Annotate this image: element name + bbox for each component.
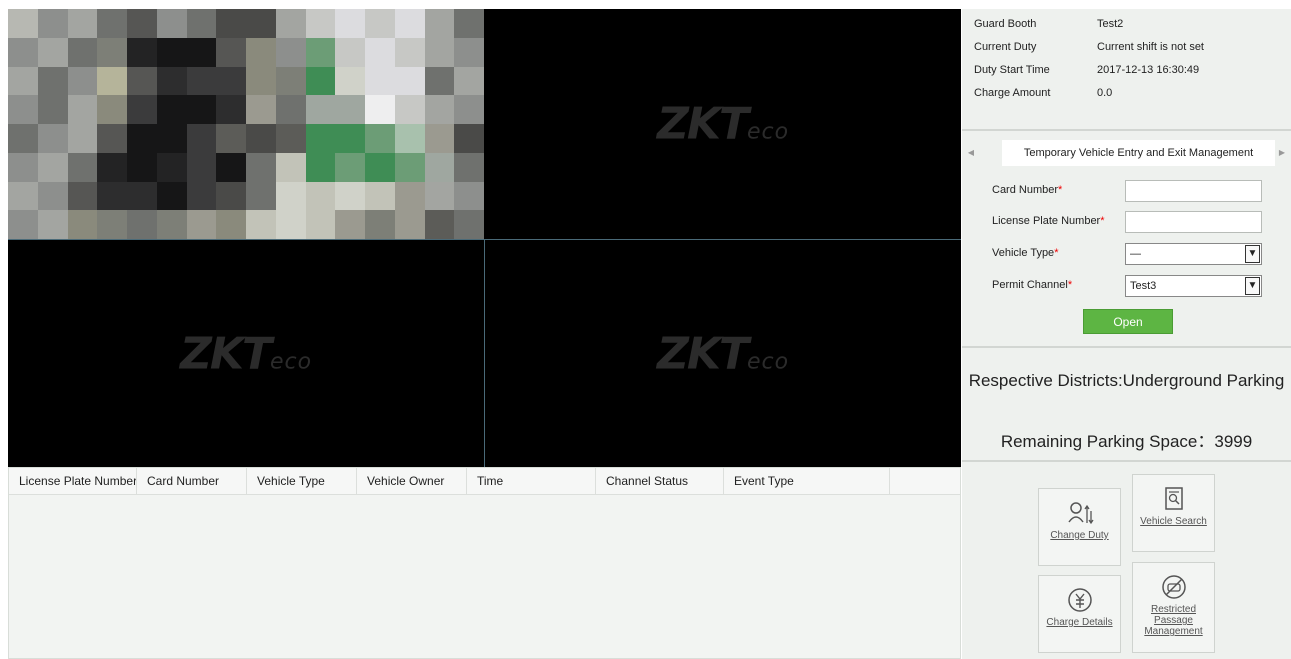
districts-text: Respective Districts:Underground Parking [968, 371, 1285, 390]
duty-info: Guard Booth Test2 Current Duty Current s… [962, 9, 1291, 131]
column-header[interactable]: Vehicle Owner [357, 468, 467, 494]
required-mark: * [1054, 247, 1059, 259]
charge-details-button[interactable]: Charge Details [1038, 575, 1121, 653]
vehicle-type-value: — [1130, 248, 1141, 260]
card-number-label: Card Number [992, 184, 1059, 196]
column-header[interactable]: License Plate Number [9, 468, 137, 494]
camera-feed-2[interactable]: ZKTeco [485, 9, 961, 239]
records-table: License Plate Number Card Number Vehicle… [8, 467, 961, 659]
change-duty-icon [1067, 502, 1094, 525]
camera-feed-1[interactable] [8, 9, 484, 239]
license-plate-row: License Plate Number* [992, 211, 1272, 233]
column-header[interactable]: Card Number [137, 468, 247, 494]
camera-feed-4[interactable]: ZKTeco [485, 240, 961, 467]
zkteco-logo: ZKTeco [656, 98, 790, 150]
required-mark: * [1067, 279, 1073, 291]
vehicle-search-icon [1164, 487, 1183, 510]
vehicle-type-label: Vehicle Type [992, 247, 1055, 259]
column-header[interactable]: Channel Status [596, 468, 724, 494]
change-duty-button[interactable]: Change Duty [1038, 488, 1121, 566]
tab-temporary-vehicle[interactable]: Temporary Vehicle Entry and Exit Managem… [1002, 140, 1275, 166]
temporary-vehicle-form: ◀ Temporary Vehicle Entry and Exit Manag… [962, 136, 1291, 348]
tab-bar: ◀ Temporary Vehicle Entry and Exit Manag… [962, 140, 1291, 166]
chevron-down-icon[interactable]: ▼ [1245, 245, 1260, 263]
license-plate-input[interactable] [1125, 211, 1262, 233]
chevron-down-icon[interactable]: ▼ [1245, 277, 1260, 295]
vehicle-search-button[interactable]: Vehicle Search [1132, 474, 1215, 552]
table-header: License Plate Number Card Number Vehicle… [9, 468, 960, 495]
column-header[interactable]: Time [467, 468, 596, 494]
zkteco-logo: ZKTeco [656, 328, 790, 379]
restricted-vehicle-icon [1161, 575, 1186, 599]
charge-details-icon [1067, 588, 1092, 612]
permit-channel-value: Test3 [1130, 280, 1157, 292]
video-monitor-grid: ZKTeco ZKTeco ZKTeco [8, 9, 961, 467]
card-number-row: Card Number* [992, 180, 1272, 202]
vehicle-type-row: Vehicle Type* — ▼ [992, 243, 1272, 265]
grid-divider-vertical [484, 239, 485, 467]
tab-scroll-right-icon[interactable]: ▶ [1275, 143, 1289, 163]
camera-feed-3[interactable]: ZKTeco [8, 240, 484, 467]
quick-actions: Change Duty Vehicle Search Charge Detail… [962, 466, 1291, 659]
vehicle-type-select[interactable]: — ▼ [1125, 243, 1262, 265]
tab-scroll-left-icon[interactable]: ◀ [964, 143, 978, 163]
required-mark: * [1100, 215, 1105, 227]
column-header[interactable]: Event Type [724, 468, 890, 494]
permit-channel-select[interactable]: Test3 ▼ [1125, 275, 1262, 297]
column-header [890, 468, 960, 494]
permit-channel-label: Permit Channel [992, 279, 1068, 291]
required-mark: * [1058, 184, 1063, 196]
column-header[interactable]: Vehicle Type [247, 468, 357, 494]
open-button[interactable]: Open [1083, 309, 1173, 334]
right-panel: Guard Booth Test2 Current Duty Current s… [962, 9, 1291, 659]
zkteco-logo: ZKTeco [179, 328, 313, 379]
district-info: Respective Districts:Underground Parking… [962, 352, 1291, 462]
blurred-camera-image [8, 9, 484, 239]
license-plate-label: License Plate Number [992, 215, 1101, 227]
permit-channel-row: Permit Channel* Test3 ▼ [992, 275, 1272, 297]
restricted-passage-button[interactable]: Restricted Passage Management [1132, 562, 1215, 653]
card-number-input[interactable] [1125, 180, 1262, 202]
remaining-parking-text: Remaining Parking Space：3999 [1000, 432, 1253, 451]
